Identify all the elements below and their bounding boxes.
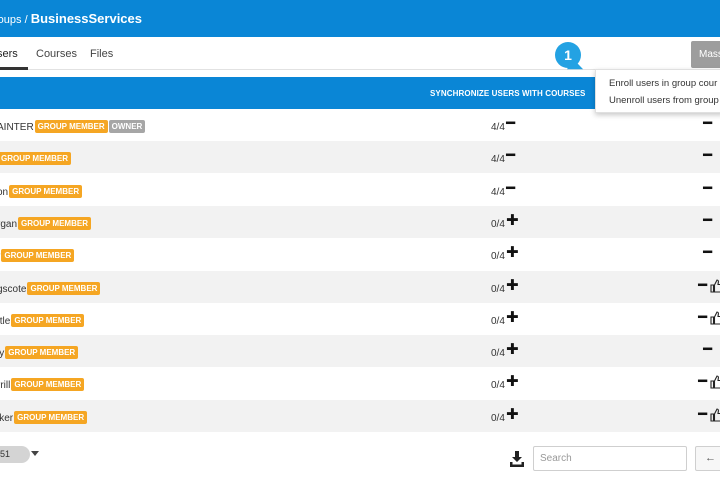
breadcrumb-current: BusinessServices (30, 11, 142, 26)
column-header-sync: SYNCHRONIZE USERS WITH COURSES (430, 89, 586, 98)
tab-bar: sers Courses Files (0, 37, 720, 70)
user-name-text[interactable]: rgan (0, 219, 17, 230)
user-name-text[interactable]: gscote (0, 284, 26, 295)
course-count: 0/4 (491, 283, 505, 295)
table-row: rrillGROUP MEMBER 0/4✚ ━ (0, 367, 720, 399)
course-count: 4/4 (491, 122, 505, 133)
user-name-text[interactable]: rrill (0, 380, 10, 391)
group-member-badge: GROUP MEMBER (11, 378, 85, 392)
owner-badge: OWNER (108, 120, 146, 133)
user-name: AINTER GROUP MEMBER OWNER (0, 120, 146, 133)
user-name: onGROUP MEMBER (0, 184, 83, 198)
thumbs-up-icon[interactable] (710, 311, 720, 325)
course-count: 0/4 (491, 251, 505, 263)
mass-actions-dropdown: Enroll users in group cour Unenroll user… (595, 69, 720, 113)
course-count: 0/4 (491, 348, 505, 360)
course-count: 0/4 (491, 412, 505, 424)
table-row: GROUP MEMBER 4/4 ━ ━ (0, 141, 720, 174)
step-callout: 1 (555, 42, 581, 68)
user-name-text[interactable]: lker (0, 413, 13, 424)
table-row: gscoteGROUP MEMBER 0/4✚ ━ (0, 270, 720, 303)
tab-users[interactable]: sers (0, 48, 18, 60)
group-member-badge: GROUP MEMBER (11, 313, 85, 327)
download-icon[interactable] (510, 451, 524, 467)
remove-member-icon[interactable]: ━ (703, 213, 712, 228)
sync-add-icon[interactable]: ✚ (506, 278, 519, 293)
group-member-badge: GROUP MEMBER (5, 346, 79, 360)
remove-member-icon[interactable]: ━ (698, 278, 707, 293)
back-button[interactable]: ← (695, 446, 720, 471)
group-member-badge: GROUP MEMBER (18, 216, 91, 230)
thumbs-up-icon[interactable] (710, 408, 720, 422)
remove-member-icon[interactable]: ━ (703, 342, 712, 357)
sync-remove-icon[interactable]: ━ (506, 148, 515, 163)
user-name-text[interactable]: on (0, 187, 8, 198)
user-name: rganGROUP MEMBER (0, 216, 91, 230)
user-name: ttleGROUP MEMBER (0, 313, 85, 327)
group-member-badge: GROUP MEMBER (14, 410, 88, 424)
user-name: lkerGROUP MEMBER (0, 410, 88, 424)
page-size-select[interactable]: 51 (0, 446, 30, 463)
tab-files[interactable]: Files (90, 48, 113, 60)
breadcrumb: roups / BusinessServices (0, 11, 142, 26)
table-row: lkerGROUP MEMBER 0/4✚ ━ (0, 399, 720, 432)
course-count: 0/4 (491, 218, 505, 230)
sync-add-icon[interactable]: ✚ (506, 342, 519, 357)
user-name: rGROUP MEMBER (0, 249, 75, 263)
table-row: onGROUP MEMBER4/4━━ (0, 174, 720, 206)
course-count: 4/4 (491, 154, 505, 166)
course-count: 0/4 (491, 380, 505, 392)
user-name: rrillGROUP MEMBER (0, 378, 85, 392)
sync-add-icon[interactable]: ✚ (506, 245, 519, 260)
user-name: GROUP MEMBER (0, 152, 71, 166)
breadcrumb-parent[interactable]: roups / (0, 14, 28, 26)
remove-member-icon[interactable]: ━ (703, 148, 712, 163)
menu-item-enroll-users[interactable]: Enroll users in group cour (609, 78, 717, 89)
thumbs-up-icon[interactable] (710, 375, 720, 389)
top-bar: roups / BusinessServices (0, 0, 720, 37)
table-row: lyGROUP MEMBER 0/4✚ ━ (0, 335, 720, 368)
remove-member-icon[interactable]: ━ (698, 407, 707, 422)
user-name-text[interactable]: AINTER (0, 122, 34, 133)
table-row: rganGROUP MEMBER 0/4✚ ━ (0, 205, 720, 238)
sync-remove-icon[interactable]: ━ (506, 116, 515, 131)
mass-actions-button[interactable]: Mass (691, 41, 720, 68)
table-row: rGROUP MEMBER 0/4✚ ━ (0, 238, 720, 270)
remove-member-icon[interactable]: ━ (703, 116, 712, 131)
sync-remove-icon[interactable]: ━ (506, 181, 515, 196)
group-member-badge: GROUP MEMBER (1, 249, 75, 263)
remove-member-icon[interactable]: ━ (698, 374, 707, 389)
remove-member-icon[interactable]: ━ (703, 245, 712, 260)
group-member-badge: GROUP MEMBER (34, 120, 108, 133)
user-name-text[interactable]: ly (0, 348, 4, 359)
course-count: 4/4 (491, 186, 505, 198)
course-count: 0/4 (491, 315, 505, 327)
sync-add-icon[interactable]: ✚ (506, 374, 519, 389)
group-member-badge: GROUP MEMBER (9, 184, 83, 198)
menu-item-unenroll-users[interactable]: Unenroll users from group (609, 95, 719, 106)
search-input[interactable] (533, 446, 687, 471)
group-member-badge: GROUP MEMBER (27, 281, 101, 295)
sync-add-icon[interactable]: ✚ (506, 213, 519, 228)
tab-courses[interactable]: Courses (36, 48, 77, 60)
sync-add-icon[interactable]: ✚ (506, 407, 519, 422)
user-name-text[interactable]: ttle (0, 316, 10, 327)
user-name: gscoteGROUP MEMBER (0, 281, 101, 295)
remove-member-icon[interactable]: ━ (698, 310, 707, 325)
group-member-badge: GROUP MEMBER (0, 152, 71, 166)
remove-member-icon[interactable]: ━ (703, 181, 712, 196)
active-tab-indicator (0, 67, 28, 70)
sync-add-icon[interactable]: ✚ (506, 310, 519, 325)
table-row: ttleGROUP MEMBER 0/4✚ ━ (0, 303, 720, 335)
table-row: AINTER GROUP MEMBER OWNER 4/4 ━ ━ (0, 109, 720, 141)
thumbs-up-icon[interactable] (710, 278, 720, 293)
user-name: lyGROUP MEMBER (0, 346, 79, 360)
